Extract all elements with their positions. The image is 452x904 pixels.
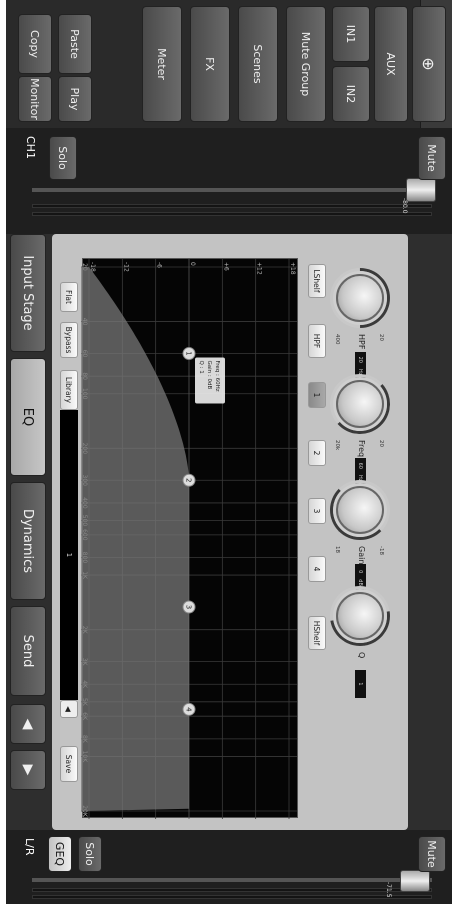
menu-item-fx[interactable]: FX (190, 6, 230, 122)
next-arrow-icon: ▶ (20, 764, 36, 776)
preset-dropdown-button[interactable]: ◀ (60, 700, 78, 718)
tooltip-freq: Freq : 60Hz (214, 361, 220, 392)
copy-button[interactable]: Copy (18, 14, 52, 74)
q-knob-label: Q (357, 652, 366, 659)
ch-meter-1 (32, 204, 432, 208)
tab-eq[interactable]: EQ (10, 358, 46, 476)
gain-tick-label: +12 (256, 262, 263, 275)
hpf-knob-label: HPF (357, 334, 366, 350)
master-strip: L/R GEQ Solo -71.5 Mute (6, 830, 452, 904)
gain-tick-label: +6 (222, 262, 229, 271)
band-button-lshelf[interactable]: LShelf (308, 264, 326, 298)
master-fader-handle[interactable] (400, 870, 430, 892)
eq-panel: 204060801002003004005006008001K2K3K4K5K6… (52, 234, 408, 830)
ch-fader-handle[interactable] (406, 178, 436, 202)
ch-fader-track[interactable] (32, 188, 432, 192)
master-meter-1 (32, 888, 432, 892)
save-button[interactable]: Save (60, 746, 78, 782)
freq-range-min: 20 (378, 440, 384, 447)
master-mute-button[interactable]: Mute (418, 836, 446, 872)
eq-response-area (81, 267, 189, 811)
band-2-label: 2 (185, 478, 193, 482)
prev-button[interactable]: ◀ (10, 704, 46, 744)
gain-tick-label: -12 (122, 262, 129, 272)
tab-dynamics[interactable]: Dynamics (10, 482, 46, 600)
gain-tick-label: 0 (189, 262, 196, 266)
master-meter-2 (32, 895, 432, 899)
preset-select[interactable]: 1 (60, 410, 78, 700)
ch-solo-button[interactable]: Solo (49, 136, 77, 180)
q-readout: 1 (355, 670, 366, 698)
hpf-readout-value: 20 (357, 356, 364, 363)
q-knob[interactable] (336, 592, 384, 640)
master-fader-track[interactable] (32, 878, 432, 882)
monitor-button[interactable]: Monitor (18, 76, 52, 122)
rotated-ui: Meter FX Scenes Mute Group IN1 IN2 AUX ⊕ Copy Pas… (6, 0, 452, 904)
q-readout-value: 1 (357, 682, 364, 686)
in2-button[interactable]: IN2 (332, 66, 370, 122)
bypass-button[interactable]: Bypass (60, 322, 78, 358)
library-button[interactable]: Library (60, 370, 78, 410)
left-panel: Meter FX Scenes Mute Group IN1 IN2 AUX ⊕ Copy Pas… (6, 0, 452, 128)
app-window: Meter FX Scenes Mute Group IN1 IN2 AUX ⊕ Copy Pas… (6, 0, 452, 904)
preset-value: 1 (65, 552, 73, 558)
gain-tick-label: +18 (289, 262, 296, 275)
master-solo-button[interactable]: Solo (78, 836, 102, 872)
channel-strip: CH1 Solo -80.0 Mute (6, 128, 452, 234)
next-button[interactable]: ▶ (10, 750, 46, 790)
eq-graph-svg[interactable]: 204060801002003004005006008001K2K3K4K5K6… (81, 259, 297, 819)
geq-button[interactable]: GEQ (48, 836, 72, 872)
flat-button[interactable]: Flat (60, 282, 78, 312)
band-1-label: 1 (185, 351, 193, 355)
band-button-hshelf[interactable]: HShelf (308, 616, 326, 650)
hpf-knob[interactable] (336, 274, 384, 322)
menu-item-meter[interactable]: Meter (142, 6, 182, 122)
band-button-1[interactable]: 1 (308, 382, 326, 408)
master-fader-value: -71.5 (385, 882, 392, 898)
band-button-4[interactable]: 4 (308, 556, 326, 582)
band-3-label: 3 (185, 605, 193, 609)
freq-readout-value: 60 (357, 462, 364, 469)
master-name: L/R (23, 838, 36, 856)
eq-graph[interactable]: 204060801002003004005006008001K2K3K4K5K6… (81, 258, 298, 819)
gain-range-max: 18 (334, 546, 340, 553)
gain-knob[interactable] (336, 486, 384, 534)
ch-mute-button[interactable]: Mute (418, 136, 446, 180)
dropdown-arrow-icon: ◀ (64, 706, 74, 712)
ch-meter-2 (32, 212, 432, 216)
gain-range-min: -18 (378, 546, 384, 555)
prev-arrow-icon: ◀ (20, 718, 36, 730)
freq-knob[interactable] (336, 380, 384, 428)
in1-button[interactable]: IN1 (332, 6, 370, 62)
tooltip-q: Q : 1 (198, 361, 204, 374)
gain-readout-value: 0 (357, 570, 364, 574)
gain-tick-label: -6 (156, 262, 163, 268)
play-button[interactable]: Play (58, 76, 92, 122)
hpf-range-min: 20 (378, 334, 384, 341)
menu-item-mute-group[interactable]: Mute Group (286, 6, 326, 122)
freq-range-max: 20k (334, 440, 340, 451)
band-button-hpf[interactable]: HPF (308, 324, 326, 358)
ch-fader-value: -80.0 (401, 198, 408, 214)
gain-knob-label: Gain (357, 546, 366, 565)
freq-knob-label: Freq (357, 440, 366, 458)
band-button-2[interactable]: 2 (308, 440, 326, 466)
tooltip-gain: Gain : 0dB (206, 361, 212, 390)
band-button-3[interactable]: 3 (308, 498, 326, 524)
tab-bar (412, 234, 452, 830)
tab-send[interactable]: Send (10, 606, 46, 696)
hpf-range-max: 400 (334, 334, 340, 345)
channel-name: CH1 (24, 136, 37, 159)
band-4-label: 4 (185, 707, 193, 712)
menu-item-scenes[interactable]: Scenes (238, 6, 278, 122)
paste-button[interactable]: Paste (58, 14, 92, 74)
tab-input-stage[interactable]: Input Stage (10, 234, 46, 352)
aux-button[interactable]: AUX (374, 6, 408, 122)
settings-icon: ⊕ (419, 57, 439, 71)
settings-button[interactable]: ⊕ (412, 6, 446, 122)
